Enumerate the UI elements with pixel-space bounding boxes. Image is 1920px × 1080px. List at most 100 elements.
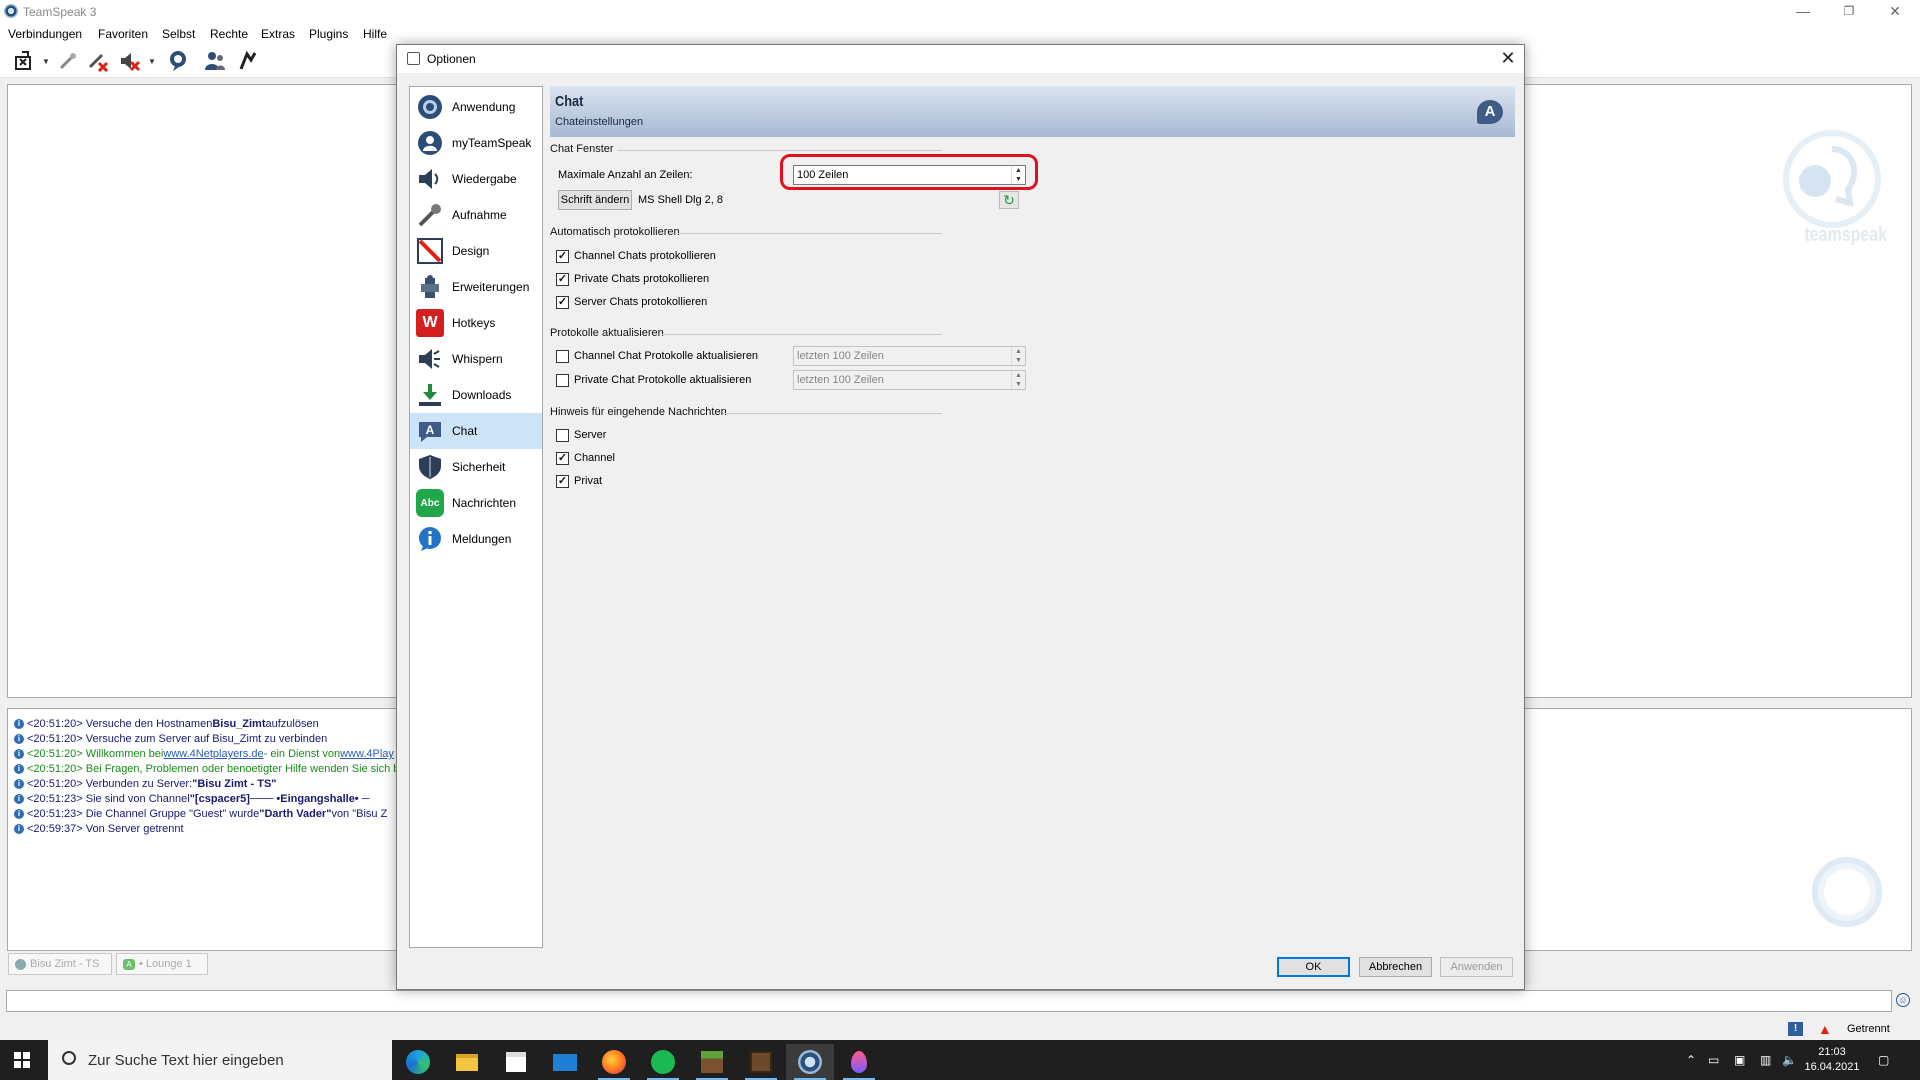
log-bold: "Bisu Zimt - TS": [192, 778, 277, 790]
nav-item-myteamspeak[interactable]: myTeamSpeak: [410, 125, 542, 161]
checkbox-checked[interactable]: ✓: [556, 474, 569, 488]
nav-item-anwendung[interactable]: Anwendung: [410, 89, 542, 125]
checkbox-notify-server[interactable]: Server: [556, 428, 606, 442]
apply-button[interactable]: Anwenden: [1440, 957, 1513, 977]
ok-button[interactable]: OK: [1277, 957, 1350, 977]
poke-icon[interactable]: [236, 49, 260, 73]
checkbox-server-chats-log[interactable]: ✓ Server Chats protokollieren: [556, 295, 707, 309]
minecraft-launcher-icon[interactable]: [737, 1044, 785, 1080]
menu-selbst[interactable]: Selbst: [162, 27, 195, 41]
nav-item-meldungen[interactable]: Meldungen: [410, 521, 542, 557]
close-window-button[interactable]: ✕: [1872, 0, 1918, 24]
nav-item-sicherheit[interactable]: Sicherheit: [410, 449, 542, 485]
nav-item-chat[interactable]: A Chat: [410, 413, 542, 449]
contacts-icon[interactable]: [203, 49, 227, 73]
chat-banner-icon: A: [1477, 100, 1503, 124]
checkbox-channel-log-update[interactable]: Channel Chat Protokolle aktualisieren: [556, 349, 758, 363]
cancel-button[interactable]: Abbrechen: [1359, 957, 1432, 977]
windows-start-icon[interactable]: [14, 1052, 30, 1068]
checkbox-unchecked[interactable]: [556, 373, 569, 387]
log-link[interactable]: www.4Play: [340, 748, 394, 760]
window-titlebar: TeamSpeak 3 — ❐ ✕: [0, 0, 1920, 24]
news-icon[interactable]: !: [1788, 1022, 1803, 1036]
paint-icon[interactable]: [835, 1044, 883, 1080]
checkbox-channel-chats-log[interactable]: ✓ Channel Chats protokollieren: [556, 249, 716, 263]
tray-chevron-icon[interactable]: ⌃: [1686, 1040, 1696, 1080]
clock-date: 16.04.2021: [1804, 1061, 1860, 1073]
tray-battery-icon[interactable]: ▭: [1708, 1040, 1719, 1080]
restore-button[interactable]: ❐: [1826, 0, 1872, 24]
nav-item-design[interactable]: Design: [410, 233, 542, 269]
menu-rechte[interactable]: Rechte: [210, 27, 248, 41]
firefox-icon[interactable]: [590, 1044, 638, 1080]
dialog-title: Optionen: [427, 52, 476, 66]
mail-icon[interactable]: [541, 1044, 589, 1080]
volume-icon[interactable]: 🔈: [1782, 1040, 1797, 1080]
channel-log-lines-spinbox[interactable]: letzten 100 Zeilen ▲ ▼: [793, 346, 1026, 366]
nav-item-whispern[interactable]: Whispern: [410, 341, 542, 377]
edge-icon[interactable]: [394, 1044, 442, 1080]
teamspeak-taskbar-icon[interactable]: [786, 1044, 834, 1080]
change-font-button[interactable]: Schrift ändern: [558, 190, 632, 210]
checkbox-checked[interactable]: ✓: [556, 295, 569, 309]
notification-center-icon[interactable]: ▢: [1878, 1040, 1889, 1080]
nav-item-nachrichten[interactable]: Abc Nachrichten: [410, 485, 542, 521]
checkbox-notify-channel[interactable]: ✓ Channel: [556, 451, 615, 465]
section-title: Chat: [555, 93, 584, 110]
warning-icon[interactable]: ▲: [1818, 1021, 1832, 1037]
menu-verbindungen[interactable]: Verbindungen: [8, 27, 82, 41]
log-line: i <20:51:20> Willkommen bei www.4Netplaye…: [14, 747, 394, 761]
checkbox-label: Private Chats protokollieren: [574, 273, 710, 285]
checkbox-checked[interactable]: ✓: [556, 249, 569, 263]
minimize-button[interactable]: —: [1780, 0, 1826, 24]
network-icon[interactable]: ▥: [1760, 1040, 1771, 1080]
tab-channel[interactable]: A • Lounge 1: [116, 953, 208, 975]
emoji-icon[interactable]: ☺: [1896, 993, 1910, 1007]
nav-item-hotkeys[interactable]: W Hotkeys: [410, 305, 542, 341]
explorer-icon[interactable]: [443, 1044, 491, 1080]
checkbox-checked[interactable]: ✓: [556, 272, 569, 286]
nav-item-erweiterungen[interactable]: Erweiterungen: [410, 269, 542, 305]
clock[interactable]: 21:03 16.04.2021: [1798, 1040, 1866, 1080]
menu-favoriten[interactable]: Favoriten: [98, 27, 148, 41]
nav-item-aufnahme[interactable]: Aufnahme: [410, 197, 542, 233]
chevron-down-icon[interactable]: ▼: [148, 57, 156, 66]
spin-arrows-icon[interactable]: ▲ ▼: [1011, 347, 1025, 365]
mute-microphone-icon[interactable]: [86, 49, 110, 73]
private-log-lines-spinbox[interactable]: letzten 100 Zeilen ▲ ▼: [793, 370, 1026, 390]
checkbox-checked[interactable]: ✓: [556, 451, 569, 465]
checkbox-label: Private Chat Protokolle aktualisieren: [574, 374, 752, 386]
store-icon[interactable]: [492, 1044, 540, 1080]
taskbar-search-input[interactable]: Zur Suche Text hier eingeben: [48, 1040, 392, 1080]
chevron-down-icon[interactable]: ▼: [42, 57, 50, 66]
chat-input[interactable]: [6, 990, 1892, 1012]
mute-speaker-icon[interactable]: [118, 49, 142, 73]
chat-icon: A: [416, 417, 444, 445]
menu-extras[interactable]: Extras: [261, 27, 295, 41]
checkbox-unchecked[interactable]: [556, 349, 569, 363]
minecraft-icon[interactable]: [688, 1044, 736, 1080]
nav-item-downloads[interactable]: Downloads: [410, 377, 542, 413]
connect-icon[interactable]: [12, 49, 36, 73]
tray-app-icon[interactable]: ▣: [1734, 1040, 1745, 1080]
nav-label: Meldungen: [452, 532, 512, 546]
menu-hilfe[interactable]: Hilfe: [363, 27, 387, 41]
teamspeak-icon: [4, 4, 18, 18]
menu-plugins[interactable]: Plugins: [309, 27, 348, 41]
reset-font-icon[interactable]: ↻: [999, 191, 1019, 209]
checkbox-unchecked[interactable]: [556, 428, 569, 442]
spin-arrows-icon[interactable]: ▲ ▼: [1011, 371, 1025, 389]
checkbox-private-log-update[interactable]: Private Chat Protokolle aktualisieren: [556, 373, 751, 387]
log-link[interactable]: www.4Netplayers.de: [163, 748, 263, 760]
whisper-toolbar-icon[interactable]: [166, 49, 190, 73]
log-rest: aufzulösen: [265, 718, 319, 730]
checkbox-private-chats-log[interactable]: ✓ Private Chats protokollieren: [556, 272, 709, 286]
menubar: Verbindungen Favoriten Selbst Rechte Ext…: [0, 24, 1920, 44]
tab-server[interactable]: Bisu Zimt - TS: [8, 953, 112, 975]
nav-item-wiedergabe[interactable]: Wiedergabe: [410, 161, 542, 197]
checkbox-notify-private[interactable]: ✓ Privat: [556, 474, 602, 488]
away-icon[interactable]: [56, 49, 80, 73]
speaker-icon: [416, 165, 444, 193]
close-icon[interactable]: ✕: [1492, 45, 1524, 73]
spotify-icon[interactable]: [639, 1044, 687, 1080]
